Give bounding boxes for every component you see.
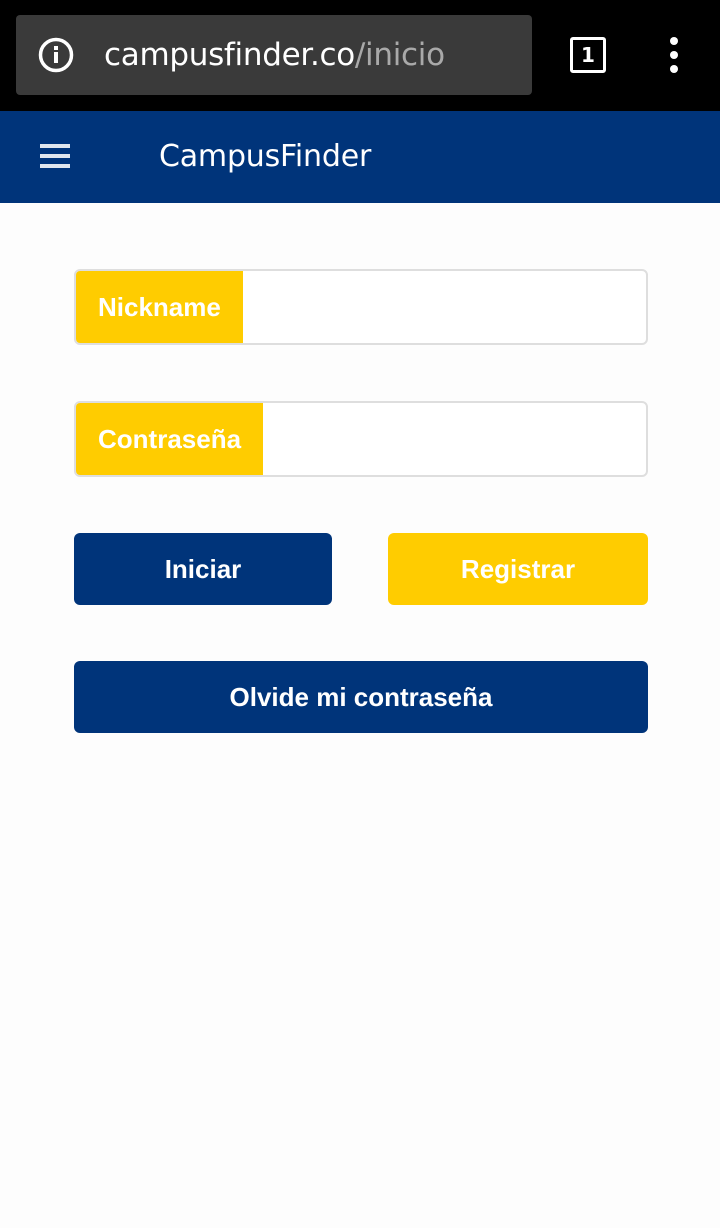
password-label: Contraseña	[76, 403, 264, 475]
app-header: CampusFinder	[0, 111, 720, 203]
url-path: /inicio	[354, 37, 445, 73]
login-button[interactable]: Iniciar	[74, 533, 332, 605]
tab-switcher-button[interactable]: 1	[570, 37, 606, 73]
info-icon[interactable]	[38, 37, 74, 73]
register-button[interactable]: Registrar	[388, 533, 648, 605]
url-host: campusfinder.co	[104, 37, 355, 73]
hamburger-icon[interactable]	[40, 141, 70, 171]
browser-toolbar: campusfinder.co/inicio 1	[0, 0, 720, 111]
password-field: Contraseña	[74, 401, 648, 477]
nickname-field: Nickname	[74, 269, 648, 345]
forgot-password-button[interactable]: Olvide mi contraseña	[74, 661, 648, 733]
url-text[interactable]: campusfinder.co/inicio	[104, 15, 445, 95]
nickname-input[interactable]	[242, 271, 646, 343]
password-input[interactable]	[263, 403, 646, 475]
nickname-label: Nickname	[76, 271, 243, 343]
address-bar[interactable]: campusfinder.co/inicio	[16, 15, 532, 95]
more-vert-icon[interactable]	[662, 35, 686, 75]
app-title: CampusFinder	[159, 139, 372, 174]
